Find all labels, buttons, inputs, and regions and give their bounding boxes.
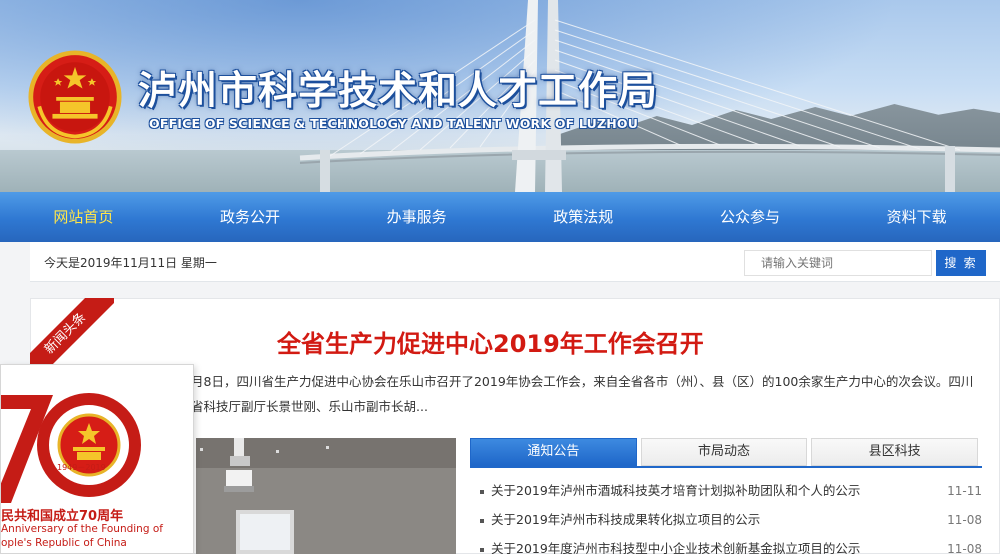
news-tabs: 通知公告 市局动态 县区科技 [470,438,982,466]
anniversary-logo-icon [1,393,141,503]
search-button[interactable]: 搜 索 [936,250,986,276]
nav-item-services[interactable]: 办事服务 [333,192,500,242]
news-item[interactable]: 关于2019年泸州市科技成果转化拟立项目的公示 11-08 [478,507,986,536]
popup-years: 1949－2019 [57,463,106,472]
nav-item-home[interactable]: 网站首页 [0,192,167,242]
popup-title-english-1: Anniversary of the Founding of [1,523,163,535]
meeting-room-image [196,438,456,554]
site-subtitle: OFFICE OF SCIENCE & TECHNOLOGY AND TALEN… [149,116,639,131]
nav-item-downloads[interactable]: 资料下载 [833,192,1000,242]
main-nav: 网站首页 政务公开 办事服务 政策法规 公众参与 资料下载 [0,192,1000,242]
news-title[interactable]: 关于2019年泸州市科技成果转化拟立项目的公示 [491,512,760,527]
nav-item-policies[interactable]: 政策法规 [500,192,667,242]
tab-county-tech[interactable]: 县区科技 [811,438,979,466]
tab-underline [470,466,982,468]
national-emblem-icon [28,50,122,144]
current-date: 今天是2019年11月11日 星期一 [44,256,217,270]
info-bar: 今天是2019年11月11日 星期一 搜 索 [30,242,1000,282]
news-item[interactable]: 关于2019年泸州市酒城科技英才培育计划拟补助团队和个人的公示 11-11 [478,478,986,507]
news-title[interactable]: 关于2019年度泸州市科技型中小企业技术创新基金拟立项目的公示 [491,541,860,554]
news-photo[interactable] [196,438,456,554]
news-item[interactable]: 关于2019年度泸州市科技型中小企业技术创新基金拟立项目的公示 11-08 [478,536,986,554]
popup-title-english-2: ople's Republic of China [1,537,127,549]
site-title: 泸州市科学技术和人才工作局 [138,69,659,114]
tab-bureau-news[interactable]: 市局动态 [640,438,808,466]
news-list: 关于2019年泸州市酒城科技英才培育计划拟补助团队和个人的公示 11-11 关于… [478,478,986,554]
news-date: 11-11 [947,484,982,498]
popup-title-chinese: 民共和国成立70周年 [1,509,124,524]
tab-notices[interactable]: 通知公告 [470,438,637,466]
news-title[interactable]: 关于2019年泸州市酒城科技英才培育计划拟补助团队和个人的公示 [491,483,860,498]
nav-item-public-participation[interactable]: 公众参与 [667,192,834,242]
anniversary-popup[interactable]: 1949－2019 民共和国成立70周年 Anniversary of the … [0,364,194,554]
news-date: 11-08 [947,542,982,554]
search-input[interactable] [744,250,932,276]
nav-item-government-affairs[interactable]: 政务公开 [167,192,334,242]
featured-headline[interactable]: 全省生产力促进中心2019年工作会召开 [277,324,704,359]
news-date: 11-08 [947,513,982,527]
site-banner: 泸州市科学技术和人才工作局 OFFICE OF SCIENCE & TECHNO… [0,0,1000,192]
featured-summary: 月8日，四川省生产力促进中心协会在乐山市召开了2019年协会工作会，来自全省各市… [191,374,974,414]
